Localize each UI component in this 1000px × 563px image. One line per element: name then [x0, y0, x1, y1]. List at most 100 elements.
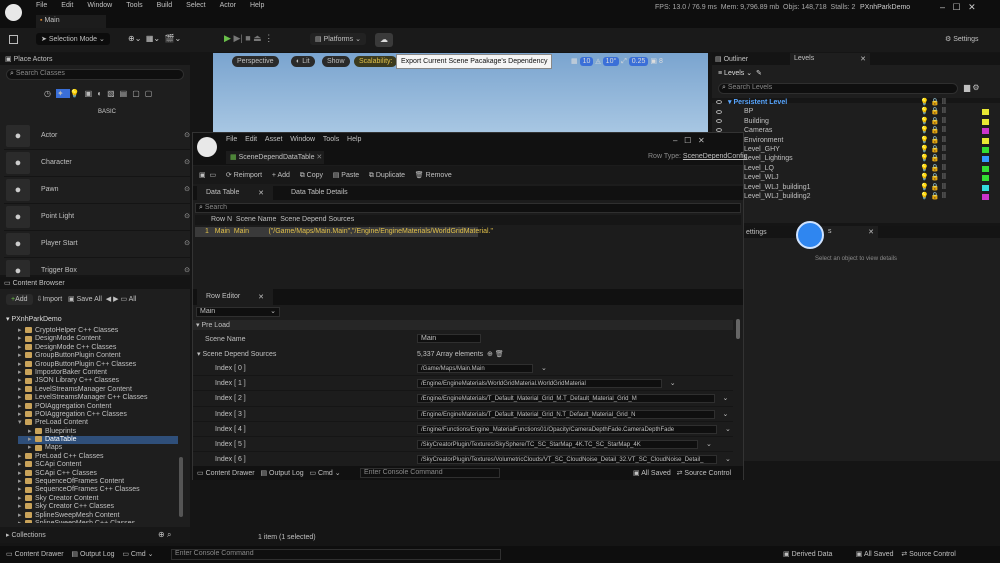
search-classes-input[interactable]: ⌕ Search Classes — [6, 69, 184, 80]
expand-arrow-icon[interactable]: ▸ — [18, 377, 25, 385]
save-icon[interactable] — [9, 35, 18, 44]
row-select-dropdown[interactable]: Main ⌄ — [196, 307, 280, 317]
level-item-persistent[interactable]: ▾ Persistent Level 💡 🔒 ⠿ — [716, 99, 996, 108]
lighting-icon[interactable]: 💡 — [920, 118, 929, 125]
dropdown-arrow-icon[interactable]: ⌄ — [725, 425, 731, 433]
viewport[interactable]: Perspective ◐ Lit Show Scalability: Expo… — [213, 53, 708, 133]
tree-folder-item[interactable]: ▸ PreLoad C++ Classes — [18, 453, 178, 461]
dt-close-icon[interactable]: ✕ — [698, 136, 705, 145]
tree-folder-item[interactable]: ▸ SplineSweepMesh C++ Classes — [18, 520, 178, 523]
camera-speed-value[interactable]: 8 — [659, 58, 663, 65]
cmd-dropdown[interactable]: ▭ Cmd ⌄ — [122, 551, 153, 558]
actor-info-icon[interactable]: ⊙ — [184, 266, 190, 274]
asset-path-dropdown[interactable]: /Engine/Functions/Engine_MaterialFunctio… — [417, 424, 717, 434]
grid-snap-icon[interactable]: ▦ — [571, 58, 578, 65]
tree-folder-item[interactable]: ▸ DataTable — [18, 436, 178, 445]
dt-menu-help[interactable]: Help — [347, 136, 361, 143]
actor-item[interactable]: ● Point Light ⊙ — [4, 204, 190, 231]
expand-arrow-icon[interactable]: ▸ — [18, 403, 25, 411]
scene-name-field[interactable]: Main — [417, 334, 481, 343]
tab-world-settings[interactable]: ettings — [746, 229, 767, 236]
tree-folder-item[interactable]: ▸ GroupButtonPlugin Content — [18, 352, 178, 360]
content-browser-tab[interactable]: ▭ Content Browser — [0, 277, 190, 289]
menu-select[interactable]: Select — [186, 2, 205, 9]
tree-folder-item[interactable]: ▸ Sky Creator C++ Classes — [18, 503, 178, 511]
content-drawer-button[interactable]: ▭ Content Drawer — [6, 551, 64, 558]
tree-folder-item[interactable]: ▸ JSON Library C++ Classes — [18, 377, 178, 385]
lock-icon[interactable]: 🔒 — [931, 184, 940, 191]
dropdown-arrow-icon[interactable]: ⌄ — [723, 410, 729, 418]
dropdown-arrow-icon[interactable]: ⌄ — [541, 364, 547, 372]
dt-console-input[interactable]: Enter Console Command — [360, 468, 500, 478]
save-all-button[interactable]: ▣ Save All — [68, 296, 102, 303]
visibility-icon[interactable] — [716, 118, 722, 123]
console-input[interactable]: Enter Console Command — [171, 549, 501, 560]
expand-arrow-icon[interactable]: ▸ — [18, 512, 25, 520]
add-element-icon[interactable]: ⊕ — [487, 351, 493, 358]
drag-handle-icon[interactable]: ⠿ — [941, 118, 946, 125]
actor-info-icon[interactable]: ⊙ — [184, 131, 190, 139]
actor-info-icon[interactable]: ⊙ — [184, 158, 190, 166]
add-folder-icon[interactable]: ▆ — [964, 83, 970, 92]
drag-handle-icon[interactable]: ⠿ — [941, 165, 946, 172]
lighting-icon[interactable]: 💡 — [920, 193, 929, 200]
level-color-swatch[interactable] — [982, 175, 989, 182]
level-color-swatch[interactable] — [982, 165, 989, 172]
lighting-icon[interactable]: 💡 — [920, 174, 929, 181]
camera-speed-icon[interactable]: ▣ — [650, 58, 657, 65]
tree-scrollbar[interactable] — [179, 457, 183, 517]
actor-item[interactable]: ● Actor ⊙ — [4, 123, 190, 150]
lock-icon[interactable]: 🔒 — [931, 165, 940, 172]
duplicate-button[interactable]: ⧉ Duplicate — [369, 172, 405, 179]
level-item[interactable]: Level_WLJ 💡 🔒 ⠿ — [716, 174, 996, 183]
all-saved-indicator[interactable]: ▣ All Saved — [633, 470, 671, 477]
forward-icon[interactable]: ▶ — [113, 296, 118, 303]
collections-header[interactable]: ▸ Collections — [6, 531, 46, 539]
asset-path-dropdown[interactable]: /Engine/EngineMaterials/T_Default_Materi… — [417, 394, 715, 404]
rotation-snap-value[interactable]: 10° — [602, 57, 620, 66]
expand-arrow-icon[interactable]: ▾ — [18, 419, 25, 427]
tree-folder-item[interactable]: ▸ DesignMode C++ Classes — [18, 344, 178, 352]
lighting-icon[interactable]: 💡 — [920, 146, 929, 153]
reimport-button[interactable]: ⟳ Reimport — [226, 172, 262, 179]
lights-icon[interactable]: 💡 — [70, 89, 85, 98]
dt-search-input[interactable]: ⌕ Search — [195, 203, 741, 213]
tree-folder-item[interactable]: ▸ CryptoHelper C++ Classes — [18, 327, 178, 335]
dt-minimize-icon[interactable]: – — [673, 136, 677, 145]
array-index-row[interactable]: Index [ 5 ] /SkyCreatorPlugin/Textures/Sk… — [193, 437, 733, 453]
show-button[interactable]: Show — [322, 56, 350, 67]
table-row[interactable]: 1 Main Main ("/Game/Maps/Main.Main","/En… — [195, 227, 493, 237]
level-tab[interactable]: ▪ Main — [36, 15, 106, 28]
lock-icon[interactable]: 🔒 — [931, 155, 940, 162]
tree-folder-item[interactable]: ▸ POIAggregation C++ Classes — [18, 411, 178, 419]
menu-tools[interactable]: Tools — [126, 2, 142, 9]
expand-arrow-icon[interactable]: ▸ — [18, 478, 25, 486]
add-button[interactable]: +Add — [6, 294, 33, 305]
level-item[interactable]: Level_WLJ_building1 💡 🔒 ⠿ — [716, 184, 996, 193]
dt-menu-file[interactable]: File — [226, 136, 237, 143]
expand-arrow-icon[interactable]: ▸ — [18, 394, 25, 402]
visual-icon[interactable]: ◐ — [97, 89, 107, 98]
actor-info-icon[interactable]: ⊙ — [184, 239, 190, 247]
basic-icon[interactable]: ✦ — [55, 89, 70, 98]
tab-data-table-details[interactable]: Data Table Details — [291, 189, 348, 196]
expand-arrow-icon[interactable]: ▸ — [18, 461, 25, 469]
drag-handle-icon[interactable]: ⠿ — [941, 174, 946, 181]
tree-folder-item[interactable]: ▸ GroupButtonPlugin C++ Classes — [18, 361, 178, 369]
array-index-row[interactable]: Index [ 0 ] /Game/Maps/Main.Main ⌄ — [193, 361, 733, 377]
asset-path-dropdown[interactable]: /Game/Maps/Main.Main — [417, 364, 533, 373]
level-color-swatch[interactable] — [982, 128, 989, 135]
dt-save-icon[interactable]: ▣ — [199, 172, 206, 179]
tree-folder-item[interactable]: ▸ SplineSweepMesh Content — [18, 512, 178, 520]
expand-arrow-icon[interactable]: ▸ — [18, 369, 25, 377]
tab-outliner[interactable]: ▤ Outliner — [715, 55, 748, 63]
place-actors-tab[interactable]: ▣ Place Actors — [0, 53, 190, 65]
expand-arrow-icon[interactable]: ▸ — [18, 386, 25, 394]
actor-item[interactable]: ● Pawn ⊙ — [4, 177, 190, 204]
dt-menu-tools[interactable]: Tools — [323, 136, 339, 143]
remove-button[interactable]: 🗑 Remove — [415, 172, 452, 179]
dt-asset-tab[interactable]: ▦ SceneDependDataTable ✕ — [226, 151, 324, 164]
asset-path-dropdown[interactable]: /Engine/EngineMaterials/T_Default_Materi… — [417, 409, 715, 419]
asset-path-dropdown[interactable]: /SkyCreatorPlugin/Textures/VolumetricClo… — [417, 455, 717, 465]
tree-folder-item[interactable]: ▸ Blueprints — [18, 428, 178, 436]
